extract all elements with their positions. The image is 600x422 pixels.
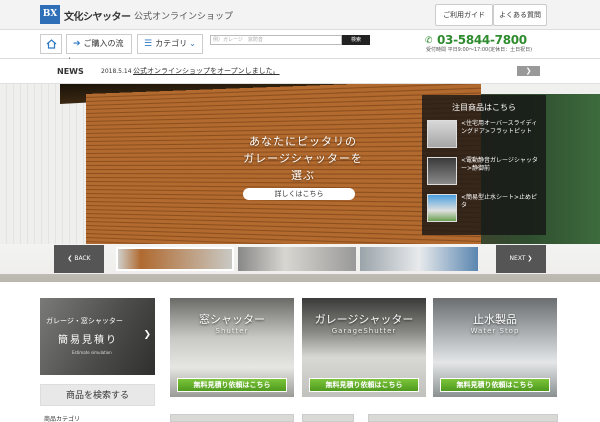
category-heading: 商品カテゴリ — [44, 414, 80, 422]
card-title: ガレージシャッター — [302, 311, 426, 327]
chevron-right-icon: ❯ — [526, 255, 533, 262]
arrow-right-icon: ➔ — [73, 39, 81, 49]
home-icon — [46, 39, 57, 48]
slider-thumbnail[interactable] — [116, 247, 234, 271]
hero-line-1: あなたにピッタリの — [228, 133, 378, 150]
card-subtitle: Water Stop — [433, 327, 557, 335]
featured-panel: 注目商品はこちら <住宅用オーバースライディングドア>フラットピット <電動静音… — [422, 95, 546, 235]
chevron-down-icon: ⌄ — [189, 39, 196, 48]
news-date: 2018.5.14 — [101, 68, 132, 75]
search-button[interactable]: 検索 — [342, 35, 370, 45]
sim-line-1: ガレージ・窓シャッター — [46, 316, 123, 326]
business-hours: 受付時間 平日9:00～17:00(定休日：土日祝日) — [426, 47, 546, 53]
slider-back-button[interactable]: ❮ BACK — [54, 245, 104, 273]
list-icon: ☰ — [144, 39, 152, 49]
card-quote-button[interactable]: 無料見積り依頼はこちら — [177, 378, 287, 392]
product-search-heading: 商品を検索する — [40, 384, 155, 406]
product-card-garage-shutter[interactable]: ガレージシャッター GarageShutter 無料見積り依頼はこちら — [302, 298, 426, 397]
slider-thumbnail[interactable] — [238, 247, 356, 271]
featured-item[interactable]: <簡易型止水シート>止めピタ — [427, 194, 543, 224]
news-bar: NEWS 2018.5.14 公式オンラインショップをオープンしました。 ❯ — [0, 59, 600, 84]
slider-next-button[interactable]: NEXT ❯ — [496, 245, 546, 273]
featured-item[interactable]: <電動静音ガレージシャッター>静御前 — [427, 157, 543, 187]
chevron-right-icon: ❯ — [143, 330, 151, 340]
card-title: 止水製品 — [433, 311, 557, 327]
product-card-next-row — [170, 414, 294, 422]
phone-icon: ✆ — [425, 36, 436, 46]
hero-line-3: 選ぶ — [228, 167, 378, 184]
hero-headline: あなたにピッタリの ガレージシャッターを 選ぶ — [228, 133, 378, 184]
card-quote-button[interactable]: 無料見積り依頼はこちら — [309, 378, 419, 392]
hero-details-button[interactable]: 詳しくはこちら — [243, 188, 355, 200]
news-link[interactable]: 公式オンラインショップをオープンしました。 — [133, 66, 280, 76]
product-card-next-row — [302, 414, 354, 422]
back-label: BACK — [74, 255, 90, 262]
next-label: NEXT — [510, 255, 526, 262]
card-quote-button[interactable]: 無料見積り依頼はこちら — [440, 378, 550, 392]
site-subtitle: 公式オンラインショップ — [134, 9, 233, 22]
featured-item[interactable]: <住宅用オーバースライディングドア>フラットピット — [427, 120, 543, 150]
product-card-next-row — [368, 414, 558, 422]
logo-text[interactable]: 文化シヤッター — [64, 8, 131, 23]
featured-thumb — [427, 157, 457, 185]
product-card-window-shutter[interactable]: 窓シャッター Shutter 無料見積り依頼はこちら — [170, 298, 294, 397]
featured-item-label: <簡易型止水シート>止めピタ — [461, 194, 543, 210]
slider-thumbnail[interactable] — [360, 247, 478, 271]
product-card-water-stop[interactable]: 止水製品 Water Stop 無料見積り依頼はこちら — [433, 298, 557, 397]
card-subtitle: Shutter — [170, 327, 294, 335]
featured-item-label: <電動静音ガレージシャッター>静御前 — [461, 157, 543, 173]
guide-button[interactable]: ご利用ガイド — [435, 4, 493, 26]
phone-number[interactable]: 03-5844-7800 — [437, 33, 527, 47]
faq-button[interactable]: よくある質問 — [493, 4, 547, 26]
home-button[interactable] — [40, 34, 62, 54]
sim-line-2: 簡易見積り — [58, 331, 118, 346]
featured-thumb — [427, 120, 457, 148]
sim-line-3: Estimate simulation — [72, 350, 112, 355]
category-label: カテゴリ — [155, 39, 187, 48]
site-header: BX 文化シヤッター 公式オンラインショップ ご利用ガイド よくある質問 — [0, 0, 600, 30]
card-title: 窓シャッター — [170, 311, 294, 327]
featured-title: 注目商品はこちら — [422, 102, 546, 113]
news-label: NEWS — [57, 67, 84, 76]
logo-mark[interactable]: BX — [40, 5, 60, 24]
hero-line-2: ガレージシャッターを — [228, 150, 378, 167]
card-subtitle: GarageShutter — [302, 327, 426, 335]
featured-thumb — [427, 194, 457, 222]
estimate-simulation-banner[interactable]: ガレージ・窓シャッター 簡易見積り Estimate simulation ❯ — [40, 298, 155, 375]
news-next-arrow[interactable]: ❯ — [517, 66, 540, 76]
purchase-flow-button[interactable]: ➔ご購入の流れ — [66, 34, 132, 54]
search-input[interactable]: 例）ガレージ 窓防音 — [210, 35, 342, 45]
featured-item-label: <住宅用オーバースライディングドア>フラットピット — [461, 120, 543, 136]
category-menu-button[interactable]: ☰ カテゴリ ⌄ — [137, 34, 203, 54]
